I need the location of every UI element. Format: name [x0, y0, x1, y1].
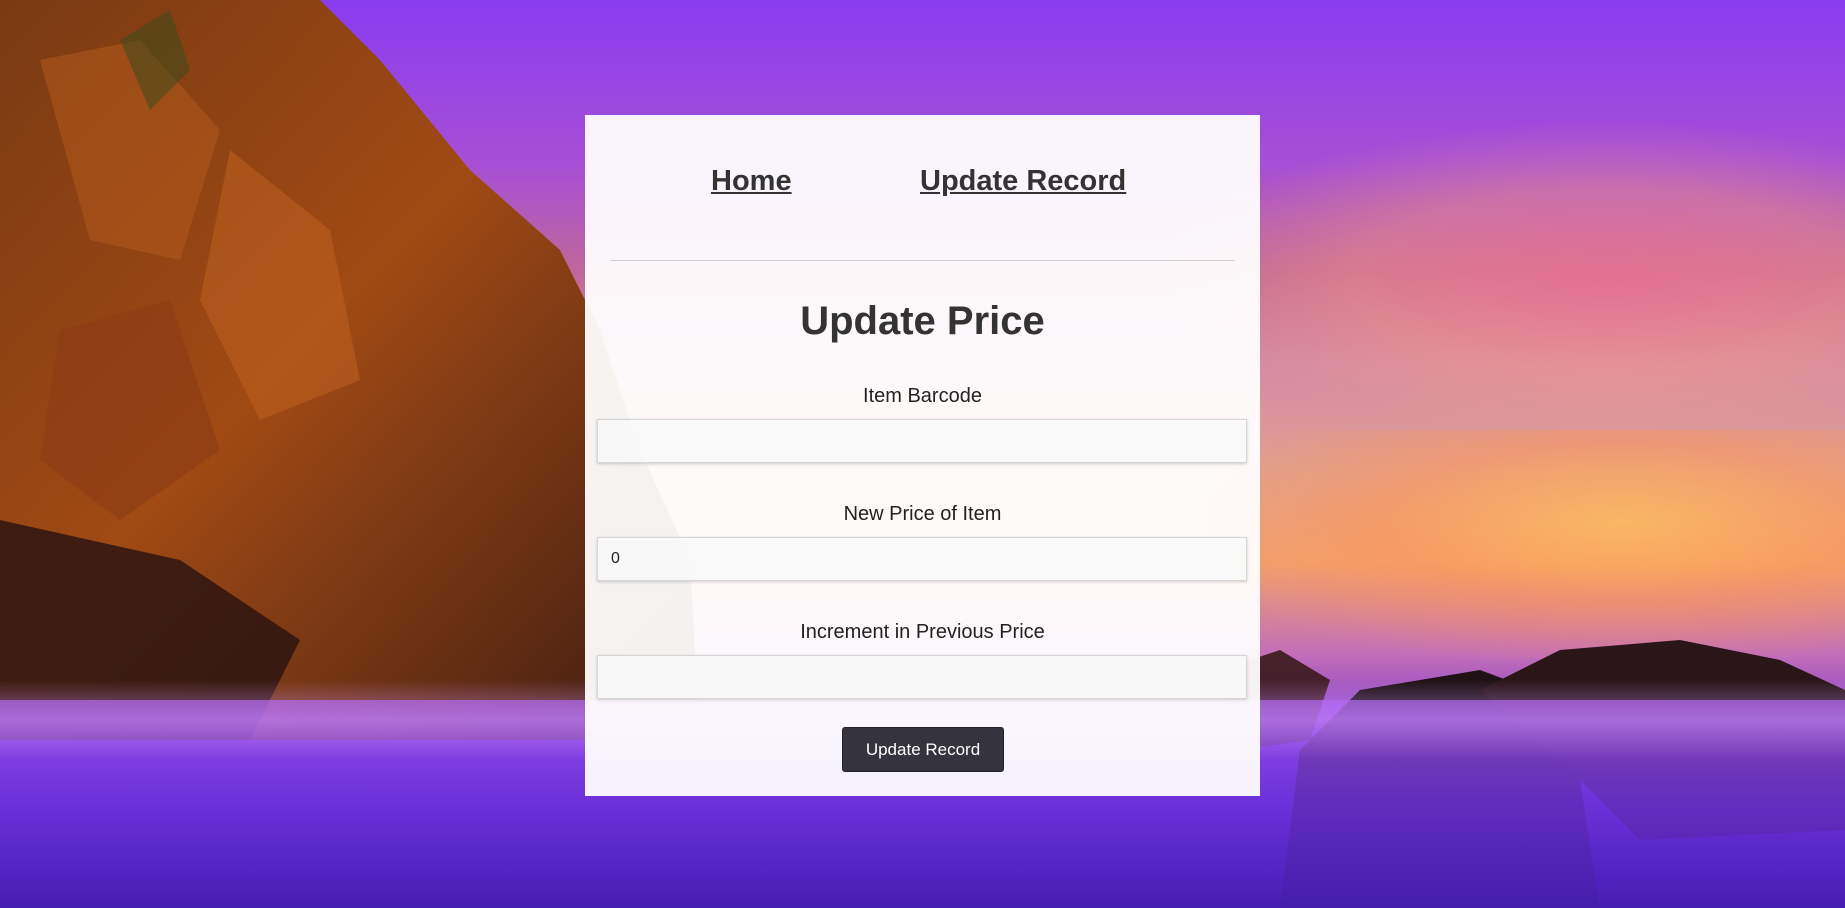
increment-input[interactable]	[597, 655, 1247, 699]
nav-update-record-link[interactable]: Update Record	[920, 165, 1126, 198]
new-price-input[interactable]	[597, 537, 1247, 581]
background-scene: Home Update Record Update Price Item Bar…	[0, 0, 1845, 908]
barcode-label: Item Barcode	[863, 385, 982, 407]
increment-label: Increment in Previous Price	[800, 621, 1045, 643]
sunset-glow	[1200, 430, 1845, 660]
update-price-card: Home Update Record Update Price Item Bar…	[585, 115, 1260, 796]
top-nav: Home Update Record	[585, 165, 1260, 215]
barcode-input[interactable]	[597, 419, 1247, 463]
nav-home-link[interactable]: Home	[711, 165, 792, 198]
page-title: Update Price	[800, 299, 1045, 343]
divider	[610, 260, 1235, 261]
new-price-label: New Price of Item	[843, 503, 1002, 525]
update-record-button[interactable]: Update Record	[842, 727, 1004, 772]
